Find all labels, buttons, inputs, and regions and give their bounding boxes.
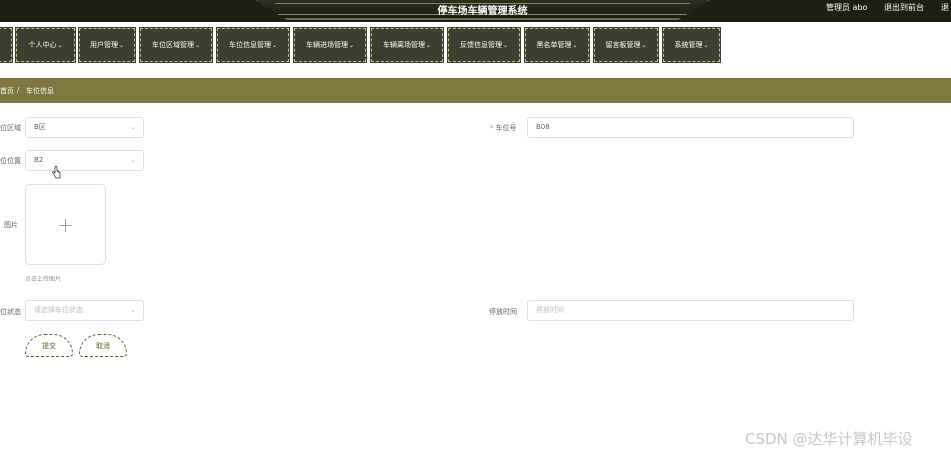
breadcrumb: 首页 / 车位信息	[0, 78, 951, 103]
area-label: 位区域	[0, 124, 21, 132]
spot-number-input[interactable]: B08	[527, 117, 854, 138]
submit-button[interactable]: 提交	[25, 334, 73, 357]
chevron-down-icon: ⌄	[130, 156, 136, 164]
main-nav: 个人中心 ⌄ 用户管理 ⌄ 车位区域管理 ⌄ 车位信息管理 ⌄ 车辆进场管理 ⌄ 车辆离场…	[0, 22, 951, 68]
logout-link[interactable]: 退	[941, 2, 949, 13]
breadcrumb-home[interactable]: 首页	[0, 86, 14, 96]
nav-label: 用户管理	[89, 41, 118, 49]
nav-label: 车辆进场管理	[305, 41, 348, 49]
hand-cursor-icon	[52, 166, 61, 179]
nav-item-personal-center[interactable]: 个人中心 ⌄	[15, 27, 76, 63]
chevron-down-icon: ⌄	[572, 41, 578, 49]
nav-item-blacklist-management[interactable]: 黑名单管理 ⌄	[524, 27, 590, 63]
chevron-down-icon: ⌄	[502, 41, 509, 49]
nav-item-spot-area-management[interactable]: 车位区域管理 ⌄	[139, 27, 213, 63]
nav-label: 车位信息管理	[228, 41, 271, 49]
nav-item-partial[interactable]	[0, 27, 13, 63]
status-label: 位状态	[0, 308, 21, 316]
chevron-down-icon: ⌄	[425, 41, 432, 49]
chevron-down-icon: ⌄	[194, 41, 201, 49]
plus-icon: +	[57, 212, 74, 237]
area-value: B区	[34, 123, 46, 131]
spot-number-label-text: 车位号	[495, 124, 517, 132]
nav-item-feedback-management[interactable]: 反馈信息管理 ⌄	[447, 27, 521, 63]
chevron-down-icon: ⌄	[348, 41, 355, 49]
required-mark: *	[490, 124, 494, 132]
nav-label: 留言板管理	[605, 41, 641, 49]
spot-number-label: * 车位号	[490, 123, 517, 133]
spot-position-label: 位位置	[0, 157, 21, 165]
nav-label: 个人中心	[28, 41, 57, 49]
image-label: 图片	[4, 221, 18, 229]
nav-item-spot-info-management[interactable]: 车位信息管理 ⌄	[216, 27, 290, 63]
breadcrumb-separator: /	[17, 86, 20, 94]
status-placeholder: 请选择车位状态	[34, 306, 83, 314]
nav-label: 黑名单管理	[536, 41, 572, 49]
chevron-down-icon: ⌄	[703, 41, 709, 49]
nav-item-user-management[interactable]: 用户管理 ⌄	[78, 27, 136, 63]
nav-label: 车辆离场管理	[382, 41, 425, 49]
nav-item-message-board-management[interactable]: 留言板管理 ⌄	[593, 27, 659, 63]
spot-position-select[interactable]: B2 ⌄	[25, 150, 144, 171]
image-upload-button[interactable]: +	[25, 184, 106, 265]
breadcrumb-current: 车位信息	[26, 87, 54, 95]
cancel-button[interactable]: 取消	[79, 334, 127, 357]
chevron-down-icon: ⌄	[57, 41, 63, 49]
parking-time-label: 停放时间	[489, 308, 517, 316]
parking-time-input[interactable]: 停放时间	[527, 300, 854, 321]
spot-position-value: B2	[34, 156, 44, 164]
upload-tip: 点击上传图片	[25, 276, 62, 283]
nav-label: 反馈信息管理	[459, 41, 502, 49]
watermark: CSDN @达华计算机毕设	[745, 430, 913, 448]
chevron-down-icon: ⌄	[271, 41, 278, 49]
chevron-down-icon: ⌄	[130, 306, 136, 314]
back-to-frontend-link[interactable]: 退出到前台	[884, 2, 924, 13]
status-select[interactable]: 请选择车位状态 ⌄	[25, 300, 144, 321]
area-select[interactable]: B区 ⌄	[25, 117, 144, 138]
chevron-down-icon: ⌄	[641, 41, 647, 49]
current-user: 管理员 abo	[826, 3, 868, 12]
chevron-down-icon: ⌄	[130, 123, 136, 131]
nav-item-vehicle-exit-management[interactable]: 车辆离场管理 ⌄	[370, 27, 444, 63]
nav-item-system-management[interactable]: 系统管理 ⌄	[662, 27, 721, 63]
chevron-down-icon: ⌄	[118, 41, 125, 49]
nav-label: 车位区域管理	[151, 41, 194, 49]
app-title: 停车场车辆管理系统	[437, 6, 528, 17]
nav-item-vehicle-entry-management[interactable]: 车辆进场管理 ⌄	[293, 27, 367, 63]
nav-label: 系统管理	[674, 41, 703, 49]
